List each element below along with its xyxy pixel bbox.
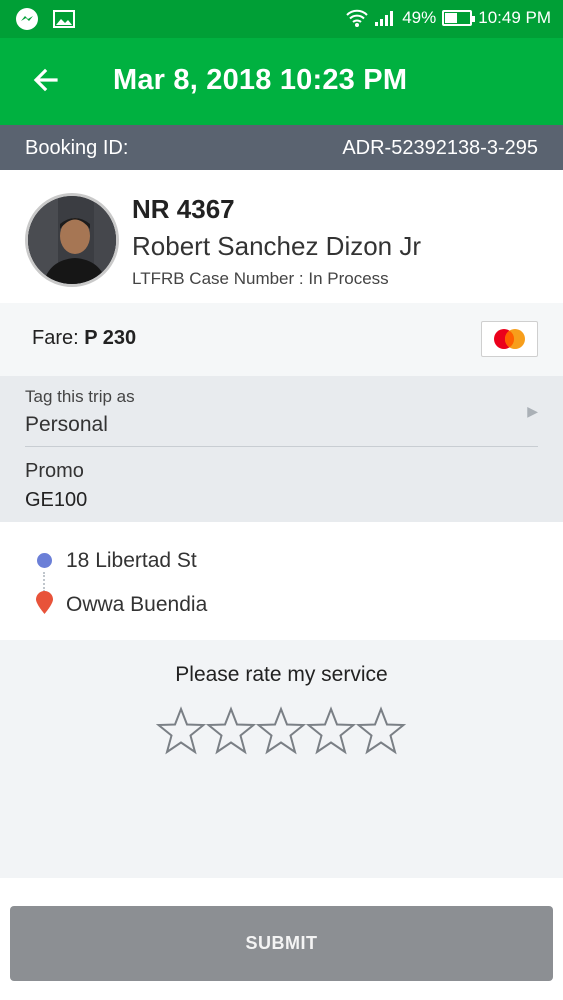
- fare-amount: P 230: [84, 327, 137, 349]
- image-icon: [53, 10, 75, 28]
- rating-section: Please rate my service: [0, 640, 563, 878]
- fare-text: Fare: P 230: [32, 327, 136, 350]
- fare-row: Fare: P 230: [0, 303, 563, 376]
- star-icon[interactable]: [156, 706, 206, 756]
- pickup-dot-icon: [37, 553, 52, 568]
- divider: [25, 446, 538, 447]
- arrow-left-icon[interactable]: [28, 62, 64, 98]
- star-icon[interactable]: [306, 706, 356, 756]
- driver-name: Robert Sanchez Dizon Jr: [132, 231, 422, 261]
- dropoff-pin-icon: [36, 591, 53, 614]
- tag-trip-value: Personal: [25, 413, 108, 436]
- status-bar: 49% 10:49 PM: [0, 0, 563, 38]
- promo-label: Promo: [25, 460, 84, 482]
- battery-percent: 49%: [402, 8, 437, 27]
- booking-id-value: ADR-52392138-3-295: [342, 137, 538, 159]
- signal-icon: [375, 11, 394, 26]
- star-icon[interactable]: [256, 706, 306, 756]
- battery-icon: [442, 10, 476, 26]
- star-rating: [156, 706, 406, 756]
- mastercard-icon: [481, 321, 538, 357]
- fare-label: Fare:: [32, 327, 85, 349]
- dropoff-address: Owwa Buendia: [66, 593, 208, 616]
- chevron-right-icon: ▶: [527, 403, 538, 419]
- pickup-address: 18 Libertad St: [66, 549, 197, 572]
- driver-avatar: [25, 193, 119, 287]
- promo-code: GE100: [25, 489, 88, 511]
- star-icon[interactable]: [206, 706, 256, 756]
- driver-card: NR 4367 Robert Sanchez Dizon Jr LTFRB Ca…: [0, 170, 563, 303]
- driver-plate: NR 4367: [132, 194, 235, 224]
- wifi-icon: [346, 9, 368, 27]
- booking-id-label: Booking ID:: [25, 137, 129, 159]
- submit-button[interactable]: SUBMIT: [10, 906, 553, 981]
- route-line: [43, 572, 45, 592]
- messenger-icon: [16, 8, 38, 30]
- tag-trip-label: Tag this trip as: [25, 387, 135, 406]
- trip-options: Tag this trip as Personal ▶ Promo GE100: [0, 376, 563, 522]
- rating-prompt: Please rate my service: [175, 663, 388, 686]
- booking-id-bar: Booking ID: ADR-52392138-3-295: [0, 125, 563, 170]
- route-section: 18 Libertad St Owwa Buendia: [0, 522, 563, 640]
- app-bar: Mar 8, 2018 10:23 PM: [0, 38, 563, 125]
- status-time: 10:49 PM: [478, 8, 551, 27]
- ltfrb-case-number: LTFRB Case Number : In Process: [132, 269, 389, 288]
- page-title: Mar 8, 2018 10:23 PM: [113, 64, 408, 96]
- star-icon[interactable]: [356, 706, 406, 756]
